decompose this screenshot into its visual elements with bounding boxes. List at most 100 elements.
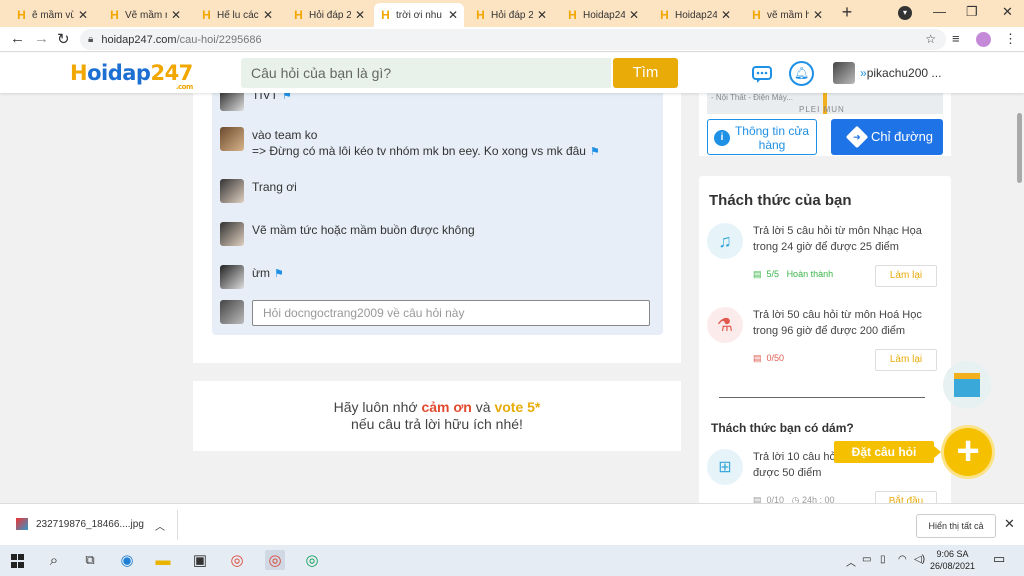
map-image[interactable]: - Nội Thất - Điện Máy... PLEI MUN <box>707 93 943 114</box>
search-button[interactable]: Tìm <box>613 58 678 88</box>
store-icon[interactable]: ▣ <box>190 550 210 570</box>
browser-tab[interactable]: H vẽ mầm hc ✕ <box>745 3 829 27</box>
username-menu[interactable]: »pikachu200 ... <box>860 66 941 80</box>
tab-search-icon[interactable]: ▾ <box>898 6 912 20</box>
add-question-button[interactable]: + <box>944 428 992 476</box>
chevron-up-icon[interactable]: ︿ <box>155 518 165 533</box>
profile-icon[interactable] <box>976 32 991 47</box>
browser-tab[interactable]: H Hoidap247 ✕ <box>653 3 737 27</box>
store-info-button[interactable]: i Thông tin cửa hàng <box>707 119 817 155</box>
close-window-icon[interactable]: ✕ <box>1002 4 1013 20</box>
browser-tab[interactable]: H ê mầm vừa ✕ <box>10 3 94 27</box>
browser-tab[interactable]: H Hoidap247 ✕ <box>561 3 645 27</box>
forward-icon[interactable]: → <box>34 30 49 47</box>
directions-button[interactable]: ➜ Chỉ đường <box>831 119 943 155</box>
user-avatar[interactable] <box>833 62 855 84</box>
browser-tab[interactable]: H Hể lu các b ✕ <box>195 3 279 27</box>
battery-icon[interactable]: ▭ <box>862 554 871 565</box>
browser-tab-active[interactable]: H trời ơi nhu ✕ <box>374 3 464 27</box>
address-bar[interactable]: 🔒︎ hoidap247.com/cau-hoi/2295686 ☆ <box>80 29 946 50</box>
my-avatar <box>220 300 244 324</box>
chrome-profile-icon[interactable]: ◎ <box>265 550 285 570</box>
reload-icon[interactable]: ↻ <box>57 30 70 48</box>
bookmark-star-icon[interactable]: ☆ <box>925 32 936 46</box>
comment-reply-input[interactable]: Hỏi docngoctrang2009 về câu hỏi này <box>252 300 650 326</box>
close-download-bar-icon[interactable]: ✕ <box>1004 516 1015 532</box>
hoidap-favicon-icon: H <box>294 8 303 22</box>
page-scrollbar[interactable] <box>1017 93 1024 503</box>
volume-icon[interactable]: ◁) <box>914 554 925 565</box>
show-all-downloads-button[interactable]: Hiển thị tất cả <box>916 514 996 538</box>
tab-close-icon[interactable]: ✕ <box>721 8 731 22</box>
commenter-avatar[interactable] <box>220 93 244 111</box>
tab-label: Hoidap247 <box>675 9 717 21</box>
challenge-title: Thách thức của bạn <box>709 192 852 209</box>
hoidap-favicon-icon: H <box>752 8 761 22</box>
file-explorer-icon[interactable]: ▬ <box>153 550 173 570</box>
tab-label: vẽ mầm hc <box>767 9 809 21</box>
browser-tab[interactable]: H Hỏi đáp 24 ✕ <box>287 3 371 27</box>
commenter-avatar[interactable] <box>220 265 244 289</box>
browser-tab[interactable]: H Vẽ mầm n ✕ <box>103 3 187 27</box>
windows-start-icon[interactable] <box>9 553 25 569</box>
chrome-canary-icon[interactable]: ◎ <box>302 550 322 570</box>
report-flag-icon[interactable]: ⚑ <box>282 93 292 102</box>
chat-icon[interactable] <box>751 63 773 85</box>
tab-label: Hoidap247 <box>583 9 625 21</box>
report-flag-icon[interactable]: ⚑ <box>274 268 284 280</box>
tab-close-icon[interactable]: ✕ <box>263 8 273 22</box>
url-path: /cau-hoi/2295686 <box>176 33 262 46</box>
edge-icon[interactable]: ◉ <box>117 550 137 570</box>
clock-time: 9:06 SA <box>936 549 969 559</box>
question-search-input[interactable]: Câu hỏi của bạn là gì? <box>241 58 611 88</box>
start-button[interactable]: Bắt đầu <box>875 491 937 503</box>
restore-icon[interactable]: ❐ <box>966 4 978 20</box>
url-domain: hoidap247.com <box>101 33 177 46</box>
commenter-avatar[interactable] <box>220 179 244 203</box>
chrome-icon[interactable]: ◎ <box>227 550 247 570</box>
comments-section: TIVT ⚑ vào team ko => Đừng có mà lôi kéo … <box>212 93 663 335</box>
thanks-prefix: Hãy luôn nhớ <box>333 399 422 415</box>
back-icon[interactable]: ← <box>10 30 25 47</box>
ask-question-label[interactable]: Đặt câu hỏi <box>834 441 941 463</box>
redo-button[interactable]: Làm lại <box>875 265 937 287</box>
tab-close-icon[interactable]: ✕ <box>537 8 547 22</box>
commenter-avatar[interactable] <box>220 222 244 246</box>
tab-close-icon[interactable]: ✕ <box>629 8 639 22</box>
redo-button[interactable]: Làm lại <box>875 349 937 371</box>
tab-close-icon[interactable]: ✕ <box>448 8 458 22</box>
tab-close-icon[interactable]: ✕ <box>355 8 365 22</box>
progress-doc-icon: ▤ <box>753 353 762 363</box>
tab-close-icon[interactable]: ✕ <box>171 8 181 22</box>
tray-chevron-icon[interactable]: ︿ <box>846 554 856 569</box>
browser-tab[interactable]: H Hỏi đáp 24 ✕ <box>469 3 553 27</box>
device-icon[interactable]: ▯ <box>880 554 886 565</box>
comment-quote: => Đừng có mà lôi kéo tv nhóm mk bn eey.… <box>252 144 586 158</box>
dare-title: Thách thức bạn có dám? <box>711 421 854 435</box>
minimize-icon[interactable]: — <box>933 4 946 19</box>
report-flag-icon[interactable]: ⚑ <box>590 146 600 158</box>
scrollbar-thumb[interactable] <box>1017 113 1022 183</box>
notification-bell-icon[interactable]: 🔔︎ <box>789 61 814 86</box>
new-tab-button[interactable]: + <box>838 3 856 22</box>
reading-list-icon[interactable]: ≡ <box>952 31 960 46</box>
download-item[interactable]: 232719876_18466....jpg <box>16 518 144 530</box>
search-icon[interactable]: ⌕ <box>44 550 64 570</box>
system-clock[interactable]: 9:06 SA 26/08/2021 <box>930 548 975 572</box>
commenter-avatar[interactable] <box>220 127 244 151</box>
hoidap-favicon-icon: H <box>110 8 119 22</box>
tab-close-icon[interactable]: ✕ <box>78 8 88 22</box>
comment-text: Vẽ mầm tức hoặc mầm buồn được không <box>252 223 475 237</box>
map-label: PLEI MUN <box>799 105 845 114</box>
download-bar: 232719876_18466....jpg ︿ Hiển thị tất cả… <box>0 503 1024 545</box>
notification-center-icon[interactable]: ▭ <box>993 551 1005 567</box>
thanks-cam-on: cảm ơn <box>421 399 472 415</box>
wifi-icon[interactable]: ◠ <box>898 554 907 565</box>
tab-close-icon[interactable]: ✕ <box>813 8 823 22</box>
site-logo[interactable]: Hoidap247 .com <box>70 61 193 91</box>
my-avatar-row <box>220 300 252 324</box>
windows-taskbar: ⌕ ⧉ ◉ ▬ ▣ ◎ ◎ ◎ ︿ ▭ ▯ ◠ ◁) 9:06 SA 26/08… <box>0 545 1024 576</box>
menu-dots-icon[interactable]: ⋮ <box>1004 31 1017 47</box>
task-view-icon[interactable]: ⧉ <box>80 550 100 570</box>
gift-button[interactable] <box>943 361 991 409</box>
